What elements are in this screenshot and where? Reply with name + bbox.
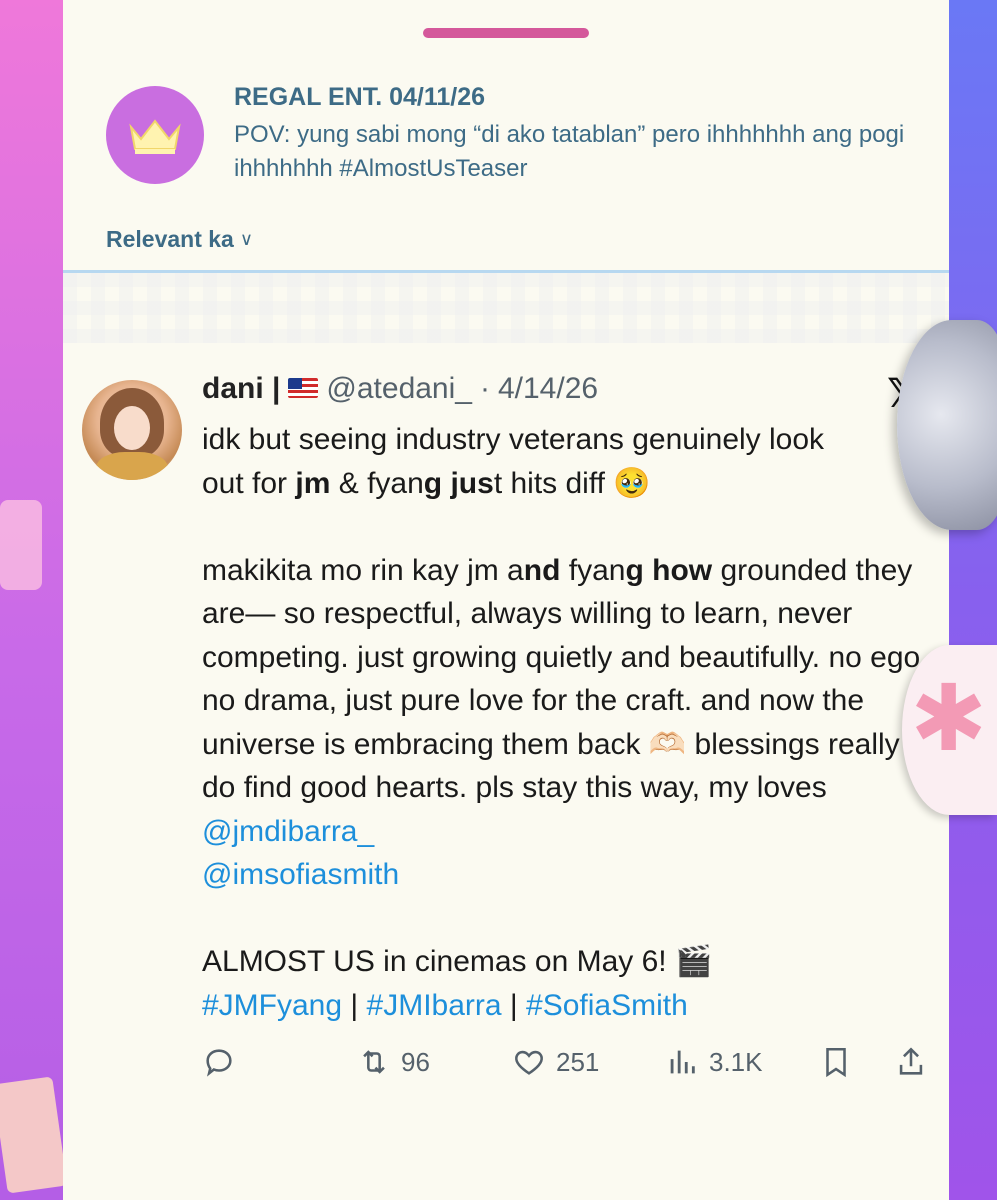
retweet-button[interactable]: 96 [357,1045,430,1079]
tweet-body: idk but seeing industry veterans genuine… [202,418,932,1027]
like-button[interactable]: 251 [512,1045,599,1079]
plush-toy-decoration [897,320,997,530]
tweet-paragraph: ALMOST US in cinemas on May 6! 🎬 #JMFyang… [202,945,713,1022]
views-icon [670,1050,695,1074]
reply-icon [206,1049,232,1077]
flower-sticker-decoration [902,645,997,815]
display-name[interactable]: dani | [202,372,280,406]
action-bar: 96 251 3.1K [202,1040,932,1084]
quoted-post[interactable]: REGAL ENT. 04/11/26 POV: yung sabi mong … [63,0,949,270]
tweet-line: idk but seeing industry veterans genuine… [202,423,825,500]
views-button[interactable]: 3.1K [665,1045,763,1079]
share-button[interactable] [894,1045,928,1079]
sort-dropdown[interactable]: Relevant ka ∨ [106,226,253,253]
like-count: 251 [556,1046,600,1077]
chevron-down-icon: ∨ [239,229,254,249]
tweet-header: dani | @atedani_ · 4/14/26 [202,372,598,406]
retweet-count: 96 [401,1046,430,1077]
decorative-sticker [0,500,42,590]
quoted-avatar[interactable] [106,86,204,184]
mention-link[interactable]: @jmdibarra_ [202,815,374,848]
views-count: 3.1K [709,1046,763,1077]
post-card: REGAL ENT. 04/11/26 POV: yung sabi mong … [63,0,949,1200]
background-left [0,0,70,1200]
tweet-paragraph: makikita mo rin kay jm and fyang how gro… [202,553,929,892]
heart-icon [515,1050,543,1075]
quoted-text: POV: yung sabi mong “di ako tatablan” pe… [234,121,905,182]
quoted-title: REGAL ENT. 04/11/26 [234,83,486,111]
post-date[interactable]: 4/14/26 [498,372,598,406]
hashtag-link[interactable]: #JMFyang [202,989,342,1022]
mention-link[interactable]: @imsofiasmith [202,858,399,891]
avatar[interactable] [82,380,182,480]
reply-button[interactable] [202,1045,236,1079]
crown-icon [129,119,181,154]
hashtag-link[interactable]: #SofiaSmith [526,989,688,1022]
hashtag-link[interactable]: #JMIbarra [367,989,502,1022]
bookmark-icon [826,1047,846,1078]
bookmark-button[interactable] [819,1045,853,1079]
user-handle[interactable]: @atedani_ [326,372,472,406]
retweet-icon [363,1050,385,1074]
sort-label: Relevant ka [106,226,234,252]
background-pattern [63,273,949,343]
share-icon [899,1047,923,1075]
us-flag-icon [288,378,319,398]
separator-dot: · [479,372,490,405]
